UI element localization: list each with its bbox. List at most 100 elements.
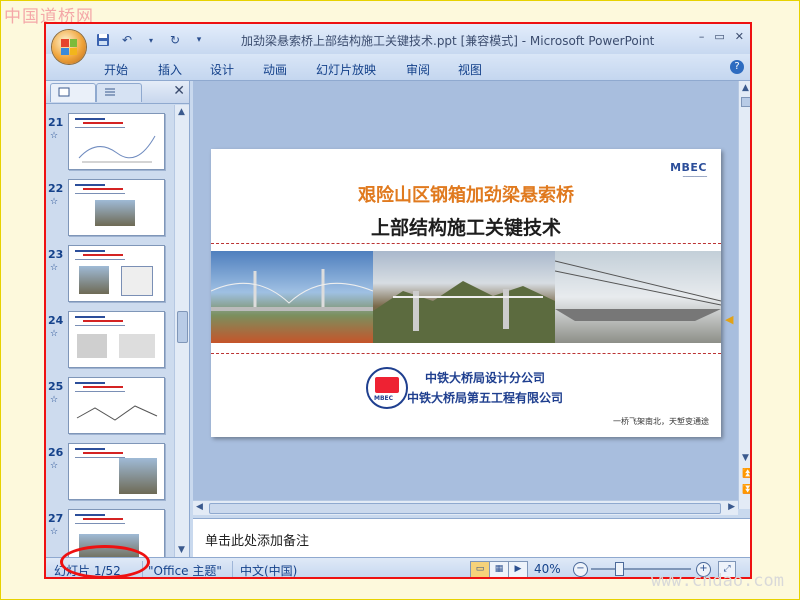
watermark-url: www.cndao.com [650,571,784,591]
thumbnail-row[interactable]: 22 ☆ [46,177,174,237]
pane-tabs: ✕ [46,81,189,104]
slide-thumbnail[interactable] [68,443,165,500]
customize-icon[interactable]: ▾ [190,31,208,49]
scroll-left-icon[interactable]: ◀ [196,502,203,512]
divider-top [211,243,721,244]
divider-bottom [211,353,721,354]
tab-view[interactable]: 视图 [458,61,482,78]
scroll-thumb[interactable] [177,311,188,343]
slide-number: 26 [48,446,64,459]
scroll-thumb[interactable] [209,503,721,514]
slide-number: 23 [48,248,64,261]
company-seal-logo: MBEC [366,367,408,409]
zoom-level[interactable]: 40% [534,562,561,576]
tab-slideshow[interactable]: 幻灯片放映 [316,61,376,78]
slideshow-view-icon[interactable]: ▶ [508,561,528,577]
slide-number: 24 [48,314,64,327]
slide-editing-area: MBEC ━━━━━━━━━━ 艰险山区钢箱加劲梁悬索桥 上部结构施工关键技术 … [193,81,738,509]
bridge-photo-1 [211,251,373,343]
slide-title-line1: 艰险山区钢箱加劲梁悬索桥 [358,185,574,206]
animation-star-icon: ☆ [50,527,59,537]
scroll-up-icon[interactable]: ▲ [178,107,185,117]
animation-star-icon: ☆ [50,395,59,405]
redo-icon[interactable]: ↻ [166,31,184,49]
title-bar: ↶ ▾ ↻ ▾ 加劲梁悬索桥上部结构施工关键技术.ppt [兼容模式] - Mi… [46,24,750,54]
tab-review[interactable]: 审阅 [406,61,430,78]
animation-star-icon: ☆ [50,329,59,339]
close-pane-icon[interactable]: ✕ [173,83,185,99]
scroll-right-icon[interactable]: ▶ [728,502,735,512]
theme-name: "Office 主题" [148,564,222,578]
tab-slides[interactable] [50,83,96,102]
office-button[interactable] [52,30,86,64]
slide-title-line2: 上部结构施工关键技术 [370,217,561,239]
ribbon-tabs: 开始 插入 设计 动画 幻灯片放映 审阅 视图 ? [46,54,750,81]
slide-number: 21 [48,116,64,129]
slide-number: 22 [48,182,64,195]
status-separator [232,561,233,577]
slide-vertical-scrollbar[interactable]: ▲ ▼ ⏫ ⏬ [738,81,750,509]
close-button[interactable]: ✕ [735,30,744,43]
next-slide-icon[interactable]: ⏬ [742,485,750,495]
maximize-button[interactable]: ▭ [714,30,724,43]
slide-thumbnail[interactable] [68,245,165,302]
bridge-photos [211,251,721,343]
dropdown-arrow-icon[interactable]: ▾ [142,31,160,49]
company-name-1: 中铁大桥局设计分公司 [425,371,546,385]
save-icon[interactable] [94,31,112,49]
slide-thumbnail[interactable] [68,179,165,236]
thumbnail-row[interactable]: 21 ☆ [46,111,174,171]
company-name-2: 中铁大桥局第五工程有限公司 [407,391,564,405]
office-logo-icon [61,39,77,55]
zoom-slider[interactable] [591,562,691,576]
help-icon[interactable]: ? [730,60,744,74]
powerpoint-window: ↶ ▾ ↻ ▾ 加劲梁悬索桥上部结构施工关键技术.ppt [兼容模式] - Mi… [44,22,752,579]
quick-access-toolbar: ↶ ▾ ↻ ▾ [94,30,208,50]
zoom-slider-knob[interactable] [615,562,624,576]
language-indicator[interactable]: 中文(中国) [240,562,297,577]
scroll-up-icon[interactable]: ▲ [742,83,749,93]
mbec-logo-subtext: ━━━━━━━━━━ [682,174,707,179]
thumbnail-row[interactable]: 26 ☆ [46,441,174,501]
tab-animations[interactable]: 动画 [263,61,287,78]
window-controls: – ▭ ✕ [699,30,744,43]
notes-pane[interactable]: 单击此处添加备注 [193,518,750,558]
animation-star-icon: ☆ [50,131,59,141]
bridge-photo-2 [373,251,555,343]
thumbnail-row[interactable]: 25 ☆ [46,375,174,435]
slides-pane-scrollbar[interactable]: ▲ ▼ [174,105,189,557]
zoom-out-icon[interactable]: − [573,562,588,577]
slide-thumbnail[interactable] [68,377,165,434]
scroll-down-icon[interactable]: ▼ [742,453,749,463]
slides-pane: ✕ 21 ☆ 22 ☆ 23 ☆ 24 ☆ 25 ☆ 26 ☆ 27 ☆ ▲ ▼ [46,81,190,557]
slide-number: 27 [48,512,64,525]
scroll-thumb[interactable] [741,97,750,107]
slide-thumbnail[interactable] [68,509,165,557]
slide-marker-icon: ◀ [725,313,734,326]
undo-icon[interactable]: ↶ [118,31,136,49]
scroll-down-icon[interactable]: ▼ [178,545,185,555]
animation-star-icon: ☆ [50,461,59,471]
status-bar: 幻灯片 1/52 "Office 主题" 中文(中国) ▭ ▦ ▶ 40% − … [46,557,750,578]
slide-counter: 幻灯片 1/52 [54,564,121,578]
bridge-photo-3 [555,251,721,343]
thumbnail-row[interactable]: 27 ☆ [46,507,174,557]
minimize-button[interactable]: – [699,30,705,43]
tab-design[interactable]: 设计 [210,61,234,78]
slide-thumbnail[interactable] [68,113,165,170]
tab-outline[interactable] [96,83,142,102]
animation-star-icon: ☆ [50,197,59,207]
notes-placeholder[interactable]: 单击此处添加备注 [205,530,309,549]
slide-sorter-icon[interactable]: ▦ [489,561,509,577]
slide-thumbnail[interactable] [68,311,165,368]
tab-home[interactable]: 开始 [104,61,128,78]
slide-thumbnails: 21 ☆ 22 ☆ 23 ☆ 24 ☆ 25 ☆ 26 ☆ 27 ☆ [46,105,174,557]
thumbnail-row[interactable]: 24 ☆ [46,309,174,369]
current-slide[interactable]: MBEC ━━━━━━━━━━ 艰险山区钢箱加劲梁悬索桥 上部结构施工关键技术 … [211,149,721,437]
normal-view-icon[interactable]: ▭ [470,561,490,577]
thumbnail-row[interactable]: 23 ☆ [46,243,174,303]
slide-horizontal-scrollbar[interactable]: ◀ ▶ [193,500,738,515]
status-separator [142,561,143,577]
tab-insert[interactable]: 插入 [158,61,182,78]
previous-slide-icon[interactable]: ⏫ [742,469,750,479]
